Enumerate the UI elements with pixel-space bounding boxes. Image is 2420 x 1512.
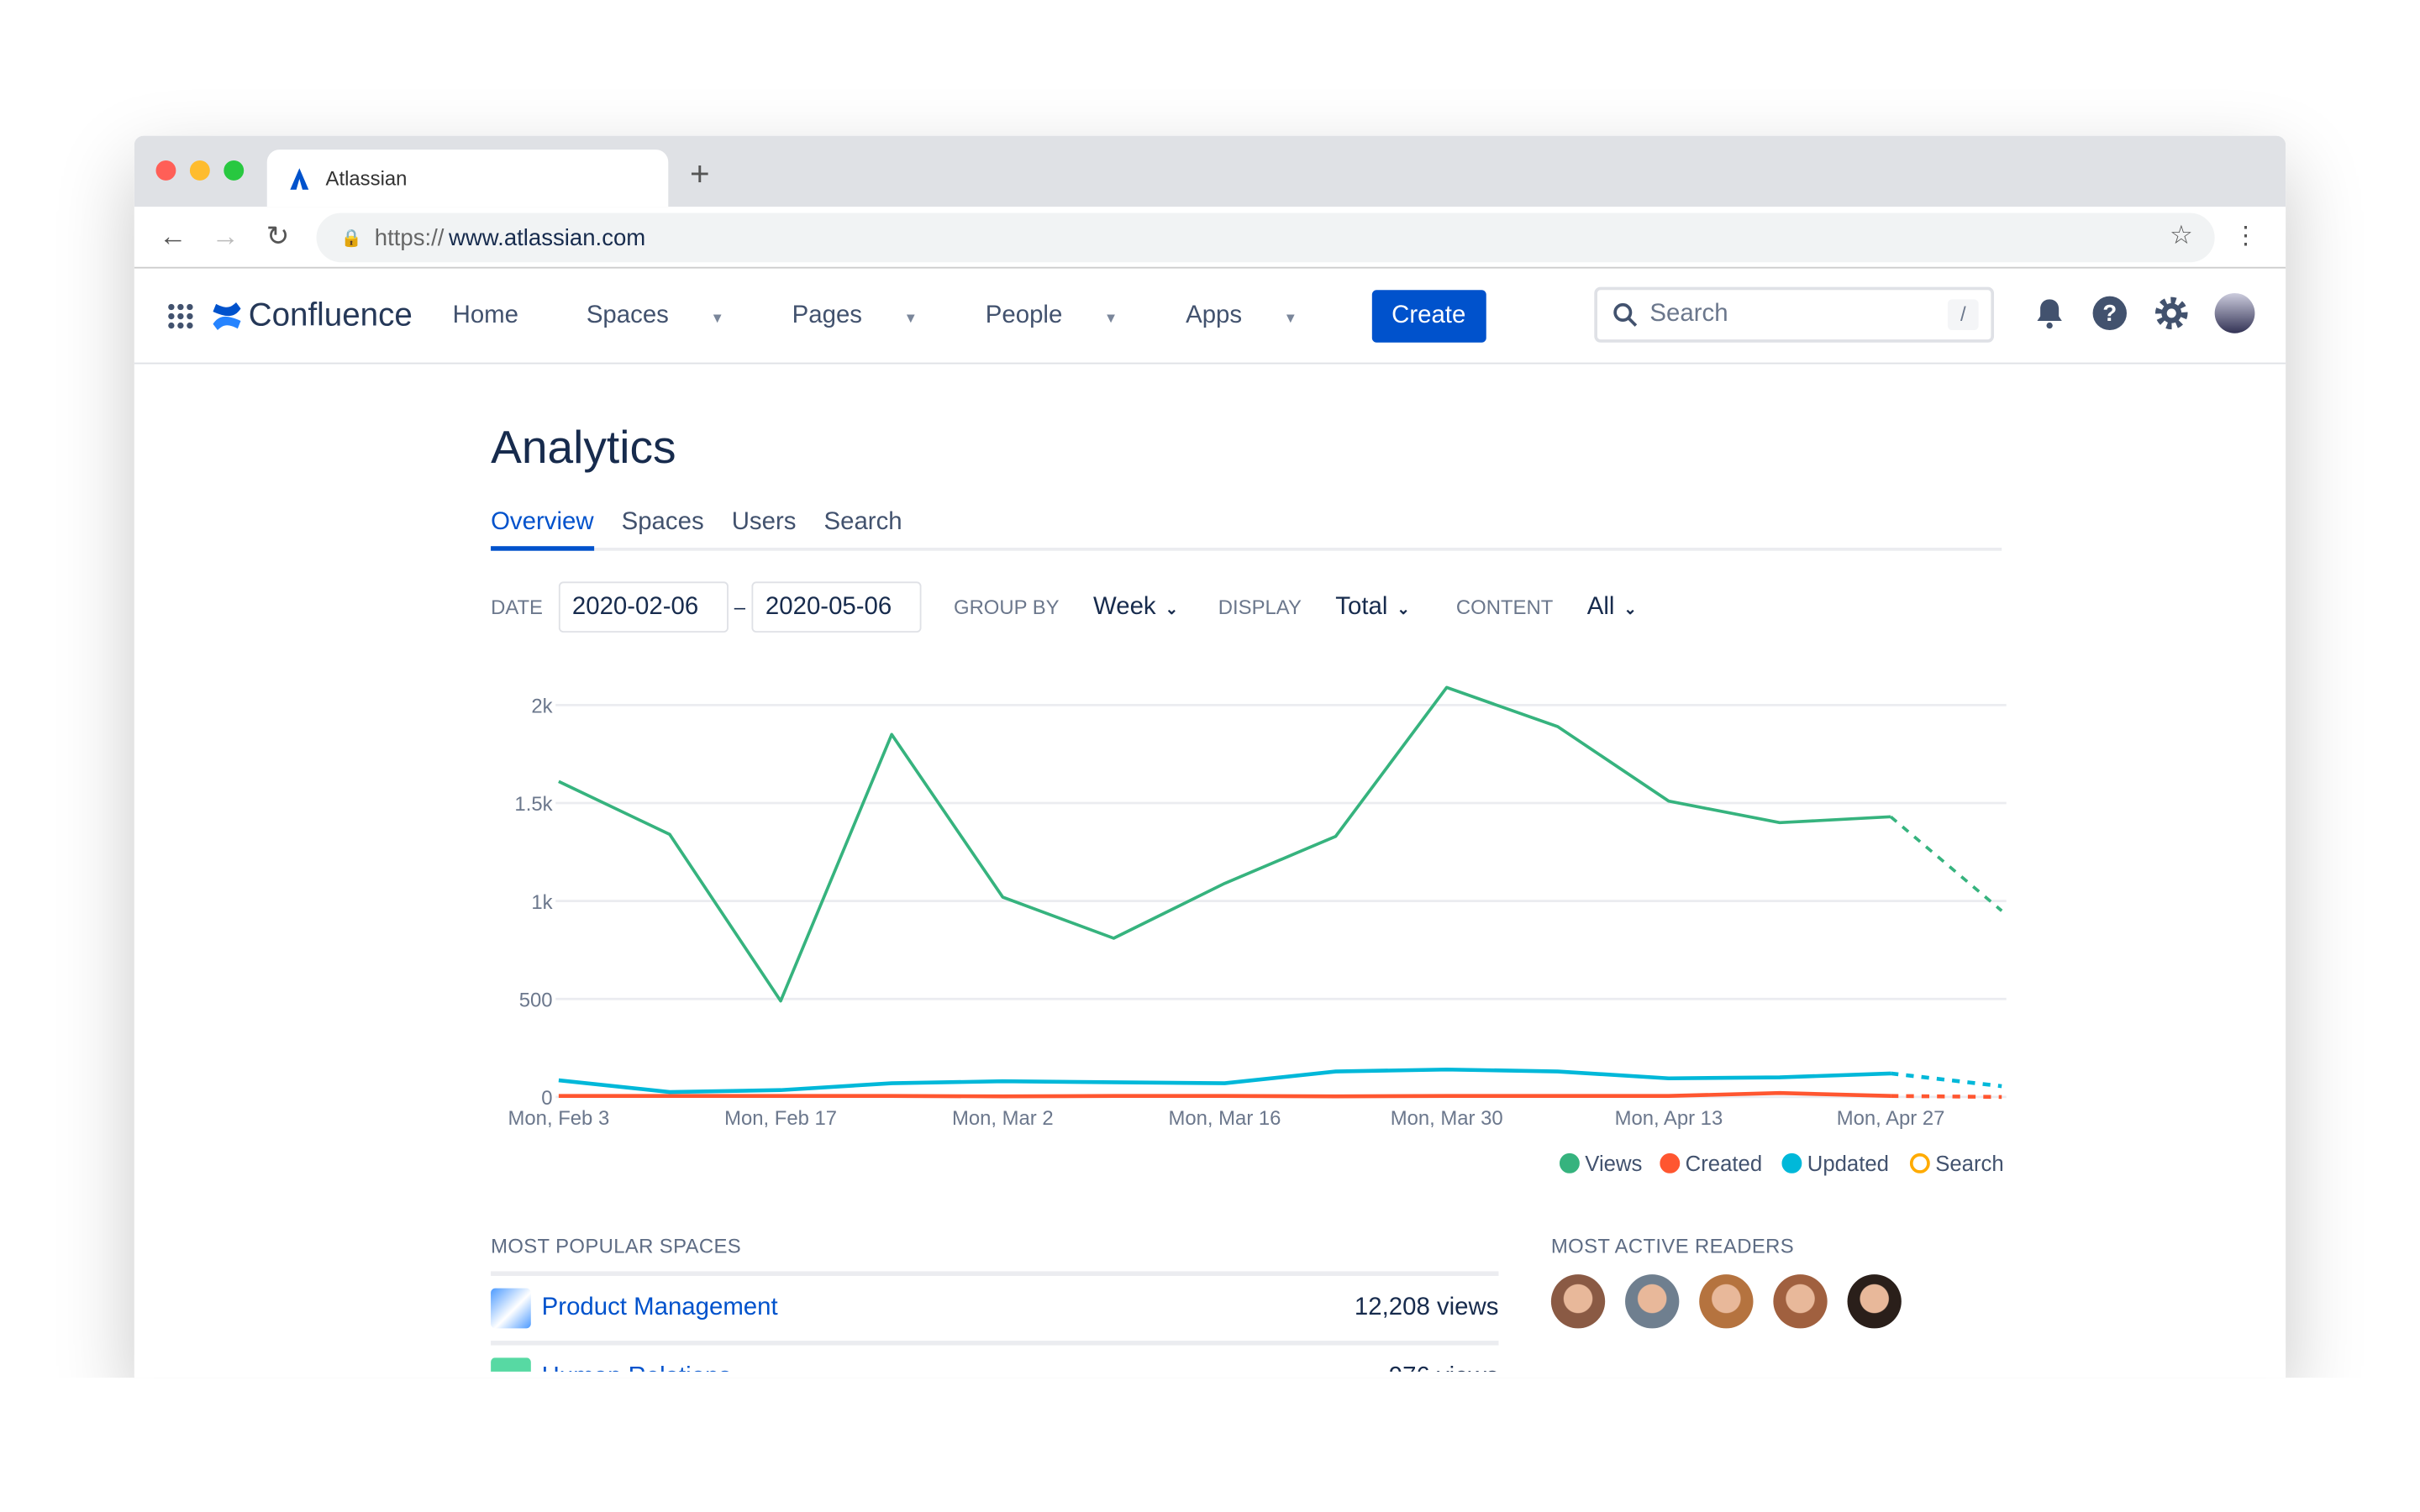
active-readers-title: MOST ACTIVE READERS: [1550, 1234, 1795, 1257]
space-link[interactable]: Product Management: [542, 1294, 778, 1322]
legend-label[interactable]: Created: [1686, 1152, 1762, 1176]
y-tick-label: 2k: [531, 696, 552, 718]
series-line-views: [558, 685, 1891, 1003]
y-tick-label: 1.5k: [514, 793, 552, 816]
series-partial-updated: [1890, 1071, 2002, 1089]
x-tick-label: Mon, Mar 16: [1169, 1107, 1281, 1130]
popular-spaces-title: MOST POPULAR SPACES: [491, 1234, 742, 1257]
reader-avatar[interactable]: [1550, 1274, 1606, 1329]
reader-avatar[interactable]: [1847, 1274, 1902, 1329]
legend-label[interactable]: Views: [1585, 1152, 1642, 1176]
x-tick-label: Mon, Feb 17: [724, 1107, 837, 1130]
analytics-line-chart: 05001k1.5k2kMon, Feb 3 Mon, Feb 17 Mon, Ma…: [508, 685, 2007, 1176]
reader-avatar[interactable]: [1699, 1274, 1754, 1329]
space-icon: [491, 1288, 531, 1329]
reader-avatar[interactable]: [1773, 1274, 1828, 1329]
space-row[interactable]: Product Management 12,208 views: [491, 1288, 1499, 1329]
space-views: 12,208 views: [1354, 1294, 1499, 1321]
reader-avatar[interactable]: [1625, 1274, 1680, 1329]
legend-label[interactable]: Search: [1935, 1152, 2003, 1176]
series-line-created: [558, 1090, 1891, 1099]
y-tick-label: 500: [519, 989, 553, 1011]
window-bottom-edge: [0, 1378, 2420, 1512]
y-tick-label: 1k: [531, 891, 552, 914]
series-line-updated: [558, 1067, 1891, 1095]
x-tick-label: Mon, Feb 3: [508, 1107, 610, 1130]
x-tick-label: Mon, Mar 30: [1391, 1107, 1503, 1130]
x-tick-label: Mon, Mar 2: [952, 1107, 1054, 1130]
series-partial-views: [1889, 815, 2003, 912]
legend-label[interactable]: Updated: [1807, 1152, 1889, 1176]
legend-marker-search[interactable]: [1909, 1152, 1930, 1173]
x-tick-label: Mon, Apr 27: [1837, 1107, 1945, 1130]
legend-marker-created[interactable]: [1660, 1152, 1681, 1173]
divider: [491, 1271, 1499, 1276]
legend-marker-views[interactable]: [1559, 1152, 1580, 1173]
legend-marker-updated[interactable]: [1781, 1152, 1802, 1173]
x-tick-label: Mon, Apr 13: [1615, 1107, 1723, 1130]
divider: [491, 1341, 1499, 1346]
